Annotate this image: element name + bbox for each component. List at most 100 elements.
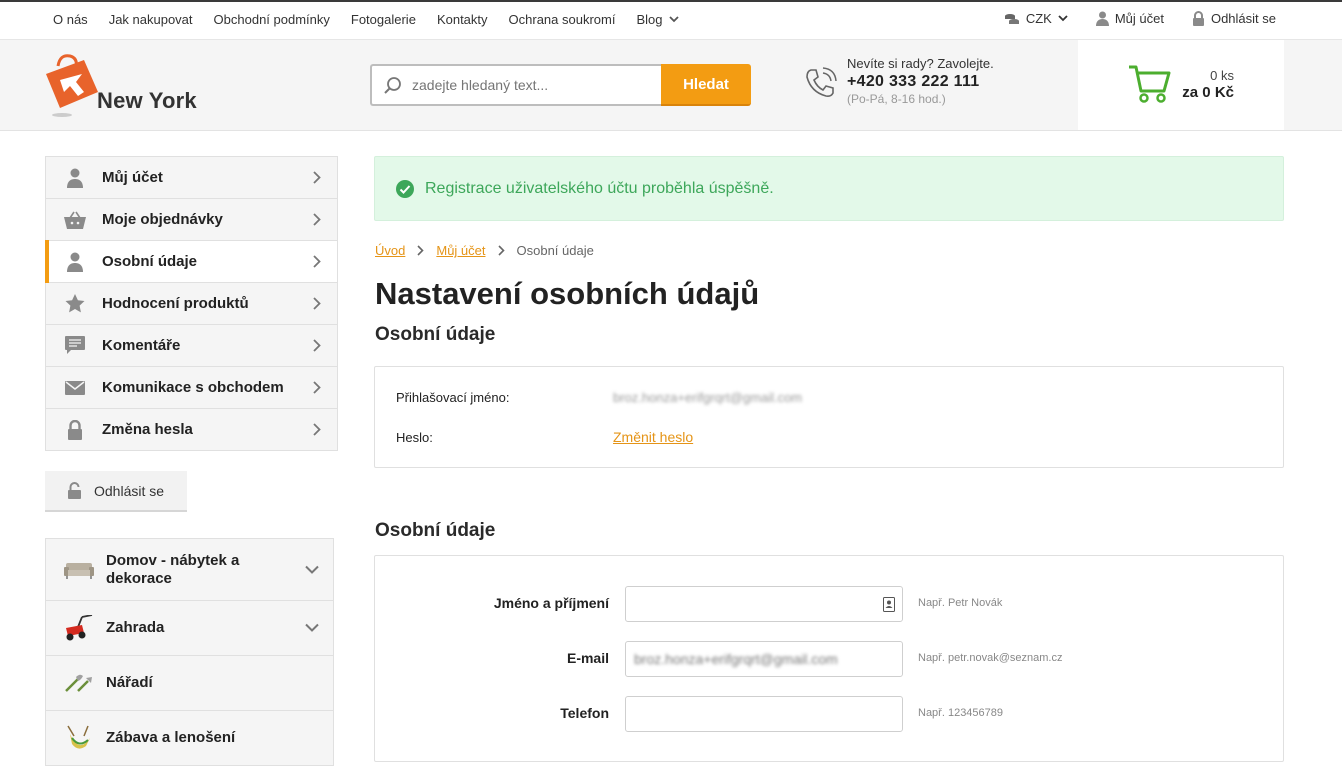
login-info-box: Přihlašovací jméno: broz.honza+erifgrqrt… xyxy=(374,366,1284,468)
category-item-garden[interactable]: Zahrada xyxy=(46,601,333,656)
nav-link-how-to-buy[interactable]: Jak nakupovat xyxy=(109,12,193,27)
header: New York Hledat Nevíte si rady? Zavolejt… xyxy=(0,40,1342,131)
nav-link-terms[interactable]: Obchodní podmínky xyxy=(214,12,330,27)
phone-text: Nevíte si rady? Zavolejte. +420 333 222 … xyxy=(847,56,994,106)
login-name-value: broz.honza+erifgrqrt@gmail.com xyxy=(613,390,803,405)
envelope-icon xyxy=(64,377,86,399)
sidebar-item-my-account[interactable]: Můj účet xyxy=(46,157,337,199)
category-label: Nářadí xyxy=(106,674,153,691)
check-circle-icon xyxy=(396,179,414,198)
lock-icon xyxy=(64,419,86,441)
lawnmower-icon xyxy=(66,615,93,641)
logout-link[interactable]: Odhlásit se xyxy=(1192,11,1276,26)
phone-hint: Např. 123456789 xyxy=(918,707,1004,719)
section-title-personal: Osobní údaje xyxy=(375,520,496,541)
sidebar-item-product-ratings[interactable]: Hodnocení produktů xyxy=(46,283,337,325)
section-title-login: Osobní údaje xyxy=(375,324,496,345)
chevron-right-icon xyxy=(313,255,321,268)
phone-icon xyxy=(806,67,837,97)
chevron-down-icon xyxy=(668,16,679,23)
coins-icon xyxy=(1004,13,1019,24)
name-label: Jméno a příjmení xyxy=(493,595,609,611)
search-input[interactable] xyxy=(412,77,642,93)
breadcrumb-account[interactable]: Můj účet xyxy=(436,243,485,258)
nav-link-privacy[interactable]: Ochrana soukromí xyxy=(509,12,616,27)
chevron-right-icon xyxy=(313,213,321,226)
breadcrumb-current: Osobní údaje xyxy=(516,243,594,258)
category-item-home[interactable]: Domov - nábytek a dekorace xyxy=(46,539,333,601)
category-item-tools[interactable]: Nářadí xyxy=(46,656,333,711)
email-input-value: broz.honza+erifgrqrt@gmail.com xyxy=(634,651,838,667)
account-link[interactable]: Můj účet xyxy=(1095,11,1164,26)
chevron-right-icon xyxy=(313,171,321,184)
search-icon xyxy=(384,77,401,94)
cart-summary: 0 ks za 0 Kč xyxy=(1182,68,1234,101)
chevron-right-icon xyxy=(497,245,505,256)
user-icon xyxy=(1095,11,1109,26)
name-hint: Např. Petr Novák xyxy=(918,597,1003,609)
sidebar-item-label: Osobní údaje xyxy=(102,253,198,270)
logout-button-label: Odhlásit se xyxy=(94,482,165,499)
change-password-link[interactable]: Změnit heslo xyxy=(613,429,693,445)
category-item-leisure[interactable]: Zábava a lenošení xyxy=(46,711,333,766)
page-title: Nastavení osobních údajů xyxy=(375,276,760,311)
sidebar-item-change-password[interactable]: Změna hesla xyxy=(46,409,337,451)
unlock-icon xyxy=(67,482,82,499)
nav-link-blog-label: Blog xyxy=(636,12,663,27)
phone-input[interactable] xyxy=(625,696,903,732)
chevron-right-icon xyxy=(313,297,321,310)
success-alert: Registrace uživatelského účtu proběhla ú… xyxy=(374,156,1284,221)
cart[interactable]: 0 ks za 0 Kč xyxy=(1078,40,1284,130)
sidebar-item-label: Můj účet xyxy=(102,169,163,186)
form-row-name: Jméno a příjmení Např. Petr Novák xyxy=(375,586,1283,622)
alert-text: Registrace uživatelského účtu proběhla ú… xyxy=(425,179,774,197)
nav-link-gallery[interactable]: Fotogalerie xyxy=(351,12,416,27)
chevron-down-icon xyxy=(305,565,319,574)
sidebar-item-orders[interactable]: Moje objednávky xyxy=(46,199,337,241)
sofa-icon xyxy=(64,562,94,579)
currency-selector[interactable]: CZK xyxy=(1004,11,1068,26)
sidebar-item-label: Změna hesla xyxy=(102,421,193,438)
account-menu: Můj účet Moje objednávky Osobní údaje Ho… xyxy=(45,156,338,451)
email-field[interactable]: broz.honza+erifgrqrt@gmail.com xyxy=(625,641,903,677)
cart-price: za 0 Kč xyxy=(1182,84,1234,101)
hammock-icon xyxy=(67,725,90,749)
personal-data-form: Jméno a příjmení Např. Petr Novák E-mail… xyxy=(374,555,1284,762)
lock-icon xyxy=(1192,11,1204,26)
logout-button[interactable]: Odhlásit se xyxy=(45,471,187,512)
top-bar: O nás Jak nakupovat Obchodní podmínky Fo… xyxy=(0,0,1342,40)
sidebar-item-communication[interactable]: Komunikace s obchodem xyxy=(46,367,337,409)
chevron-right-icon xyxy=(313,339,321,352)
sidebar-item-personal-data[interactable]: Osobní údaje xyxy=(45,240,337,283)
logo-text: New York xyxy=(97,88,197,113)
chevron-down-icon xyxy=(305,623,319,632)
phone-number[interactable]: +420 333 222 111 xyxy=(847,73,994,91)
chevron-right-icon xyxy=(417,245,424,256)
comment-icon xyxy=(64,335,86,357)
phone-hours: (Po-Pá, 8-16 hod.) xyxy=(847,92,946,106)
currency-label: CZK xyxy=(1025,11,1052,26)
sidebar-item-comments[interactable]: Komentáře xyxy=(46,325,337,367)
top-nav: O nás Jak nakupovat Obchodní podmínky Fo… xyxy=(53,12,700,27)
logout-label: Odhlásit se xyxy=(1210,11,1276,26)
search-button[interactable]: Hledat xyxy=(661,64,751,106)
name-input[interactable] xyxy=(625,586,903,622)
sidebar-item-label: Komentáře xyxy=(102,337,181,354)
nav-link-blog[interactable]: Blog xyxy=(636,12,679,27)
logo[interactable]: New York xyxy=(44,52,214,118)
search-box xyxy=(370,64,661,106)
breadcrumb-home[interactable]: Úvod xyxy=(375,243,405,258)
star-icon xyxy=(64,293,86,315)
user-icon xyxy=(64,167,86,189)
form-row-phone: Telefon Např. 123456789 xyxy=(375,696,1283,732)
nav-link-contacts[interactable]: Kontakty xyxy=(437,12,488,27)
cart-icon xyxy=(1129,65,1171,103)
user-icon xyxy=(64,251,86,273)
garden-tools-icon xyxy=(65,674,92,692)
sidebar-item-label: Komunikace s obchodem xyxy=(102,379,284,396)
chevron-down-icon xyxy=(1058,15,1068,22)
nav-link-about[interactable]: O nás xyxy=(53,12,88,27)
contact-card-icon xyxy=(883,597,895,612)
form-row-email: E-mail broz.honza+erifgrqrt@gmail.com Na… xyxy=(375,641,1283,677)
category-label: Zábava a lenošení xyxy=(106,729,236,746)
